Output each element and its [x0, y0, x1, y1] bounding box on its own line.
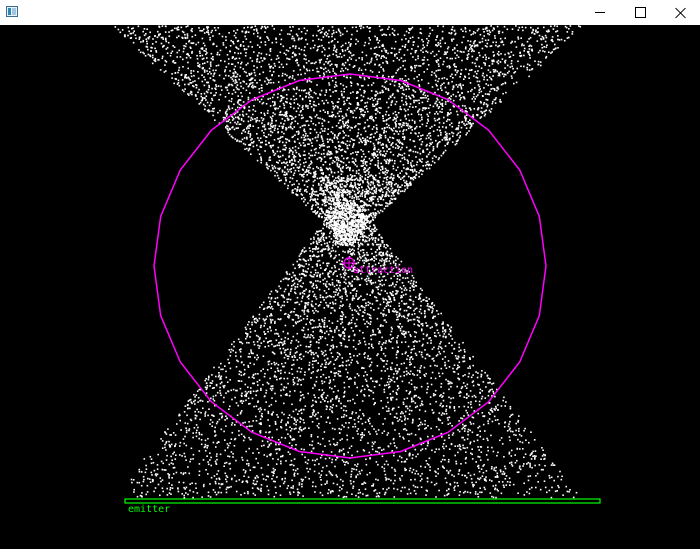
emitter-bar[interactable]: [124, 498, 601, 504]
minimize-icon: [595, 12, 605, 13]
close-button[interactable]: [658, 0, 700, 25]
app-window-icon: [6, 6, 18, 17]
particle-field: [114, 25, 582, 499]
close-icon: [675, 7, 687, 19]
scene-canvas: attraction emitter: [114, 25, 601, 515]
maximize-button[interactable]: [617, 0, 663, 25]
attraction-label: attraction: [353, 265, 413, 276]
emitter-label: emitter: [128, 504, 170, 515]
render-viewport[interactable]: attraction emitter: [0, 25, 700, 549]
title-bar: [0, 0, 700, 25]
maximize-icon: [634, 7, 646, 18]
